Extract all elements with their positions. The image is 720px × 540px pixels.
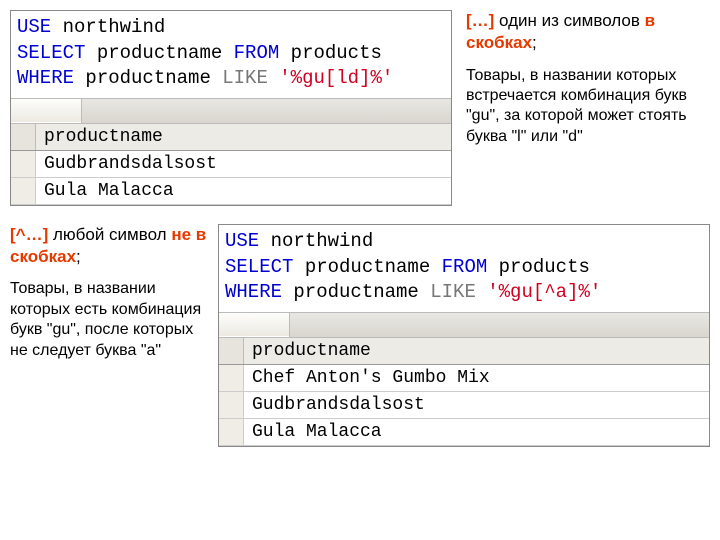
kw-from: FROM — [234, 42, 280, 64]
kw-use: USE — [225, 230, 259, 252]
kw-where: WHERE — [225, 281, 282, 303]
col: productname — [97, 42, 222, 64]
caption-bottom: [^…] любой символ не в скобках; Товары, … — [10, 224, 218, 361]
row-gutter — [11, 178, 36, 204]
cell-value: Gula Malacca — [252, 422, 382, 442]
db-name: northwind — [271, 230, 374, 252]
db-name: northwind — [63, 16, 166, 38]
row-gutter — [219, 392, 244, 418]
caption-text: любой символ — [48, 225, 171, 244]
kw-like: LIKE — [430, 281, 476, 303]
column-header: productname — [11, 124, 451, 151]
kw-from: FROM — [442, 256, 488, 278]
table: products — [499, 256, 590, 278]
example-caret-brackets: [^…] любой символ не в скобках; Товары, … — [10, 224, 710, 447]
cell-value: Gula Malacca — [44, 181, 174, 201]
tab-strip — [11, 98, 451, 124]
row-gutter — [11, 124, 36, 150]
sql-literal: '%gu[ld]%' — [279, 67, 393, 89]
results-grid-top: productname Gudbrandsdalsost Gula Malacc… — [11, 124, 451, 205]
col2: productname — [85, 67, 210, 89]
cell-value: Gudbrandsdalsost — [44, 154, 217, 174]
table-row: Gula Malacca — [11, 178, 451, 205]
caption-semicolon: ; — [532, 33, 537, 52]
table: products — [291, 42, 382, 64]
pattern-symbol: [^…] — [10, 225, 48, 244]
column-header-label: productname — [44, 127, 163, 147]
col: productname — [305, 256, 430, 278]
sql-literal: '%gu[^a]%' — [487, 281, 601, 303]
table-row: Gudbrandsdalsost — [11, 151, 451, 178]
sql-panel-top: USE northwind SELECT productname FROM pr… — [10, 10, 452, 206]
column-header-label: productname — [252, 341, 371, 361]
sql-code-bottom: USE northwind SELECT productname FROM pr… — [219, 225, 709, 312]
kw-like: LIKE — [222, 67, 268, 89]
caption-description: Товары, в названии которых есть комбинац… — [10, 279, 208, 361]
kw-select: SELECT — [17, 42, 85, 64]
table-row: Gula Malacca — [219, 419, 709, 446]
row-gutter — [11, 151, 36, 177]
kw-select: SELECT — [225, 256, 293, 278]
cell-value: Chef Anton's Gumbo Mix — [252, 368, 490, 388]
caption-text: один из символов — [494, 11, 644, 30]
caption-description: Товары, в названии которых встречается к… — [466, 66, 706, 148]
table-row: Gudbrandsdalsost — [219, 392, 709, 419]
sql-panel-bottom: USE northwind SELECT productname FROM pr… — [218, 224, 710, 447]
table-row: Chef Anton's Gumbo Mix — [219, 365, 709, 392]
row-gutter — [219, 338, 244, 364]
kw-use: USE — [17, 16, 51, 38]
row-gutter — [219, 365, 244, 391]
result-tab[interactable] — [219, 313, 290, 337]
result-tab[interactable] — [11, 99, 82, 123]
cell-value: Gudbrandsdalsost — [252, 395, 425, 415]
sql-code-top: USE northwind SELECT productname FROM pr… — [11, 11, 451, 98]
column-header: productname — [219, 338, 709, 365]
pattern-symbol: […] — [466, 11, 494, 30]
col2: productname — [293, 281, 418, 303]
results-grid-bottom: productname Chef Anton's Gumbo Mix Gudbr… — [219, 338, 709, 446]
caption-top: […] один из символов в скобках; Товары, … — [452, 10, 706, 147]
kw-where: WHERE — [17, 67, 74, 89]
example-brackets: USE northwind SELECT productname FROM pr… — [10, 10, 710, 206]
caption-semicolon: ; — [76, 247, 81, 266]
row-gutter — [219, 419, 244, 445]
tab-strip — [219, 312, 709, 338]
